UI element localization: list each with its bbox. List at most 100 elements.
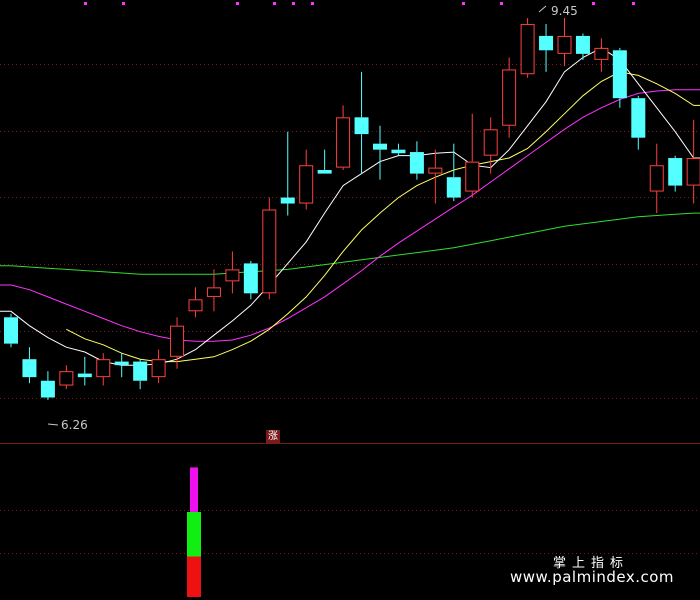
moving-average-lines <box>0 47 700 366</box>
candle-body <box>96 359 111 378</box>
candle-body <box>243 263 258 294</box>
candle-body <box>206 287 221 297</box>
candle-up <box>502 57 517 138</box>
candle-body <box>409 152 424 174</box>
candle-down <box>373 125 387 180</box>
candle-body <box>557 35 572 54</box>
candle-up <box>557 17 572 66</box>
low-price-label: 6.26 <box>61 418 88 432</box>
candle-up <box>206 269 221 312</box>
candle-body <box>391 149 406 154</box>
candle-down <box>631 95 646 150</box>
candle-body <box>520 23 535 75</box>
candle-down <box>243 261 258 300</box>
top-marker <box>311 2 314 5</box>
candle-body <box>170 325 185 357</box>
candle-body <box>299 165 314 204</box>
candle-body <box>114 361 129 366</box>
ma10-line <box>66 71 700 363</box>
price-labels: 9.45 6.26 <box>47 4 578 432</box>
candle-up <box>428 149 443 204</box>
candles <box>4 17 700 400</box>
candle-down <box>391 143 406 156</box>
candle-down <box>612 47 627 108</box>
candle-body <box>612 50 627 99</box>
candle-up <box>686 119 700 204</box>
candle-up <box>649 143 664 214</box>
candle-down <box>40 371 55 400</box>
candle-body <box>686 158 700 186</box>
candle-down <box>133 359 148 390</box>
candle-body <box>151 359 166 378</box>
top-marker <box>462 2 465 5</box>
candle-body <box>465 161 480 192</box>
top-marker <box>236 2 239 5</box>
candle-down <box>354 71 369 174</box>
candle-body <box>502 69 517 126</box>
indicator-bars <box>187 467 201 597</box>
candle-body <box>594 47 609 60</box>
candlestick-chart: 9.45 6.26 <box>0 2 700 597</box>
top-marker <box>592 2 595 5</box>
candle-down <box>539 23 554 72</box>
candle-body <box>373 143 387 150</box>
candle-down <box>575 33 590 60</box>
ma5-line <box>0 47 700 366</box>
candle-body <box>668 158 683 186</box>
indicator-bar-segment <box>187 511 201 557</box>
high-arrow <box>538 5 547 13</box>
candle-up <box>59 365 74 390</box>
candle-down <box>668 155 683 192</box>
candle-body <box>631 98 646 138</box>
candle-down <box>409 141 424 180</box>
candle-up <box>151 349 166 384</box>
candle-up <box>520 17 535 78</box>
candle-body <box>133 361 148 381</box>
candle-down <box>280 131 295 216</box>
candle-body <box>40 380 55 398</box>
candle-down <box>317 149 332 174</box>
candle-up <box>262 197 277 300</box>
top-marker <box>500 2 503 5</box>
candle-up <box>483 117 498 174</box>
high-price-label: 9.45 <box>551 4 578 18</box>
candle-body <box>575 35 590 54</box>
rise-badge: 涨 <box>266 430 280 444</box>
candle-body <box>317 170 332 174</box>
candle-body <box>649 165 664 192</box>
candle-body <box>280 197 295 204</box>
candle-body <box>539 35 554 51</box>
top-marker <box>292 2 295 5</box>
candle-up <box>225 251 240 294</box>
top-marker <box>632 2 635 5</box>
watermark-url: www.palmindex.com <box>510 568 675 586</box>
candle-body <box>354 117 369 135</box>
candle-down <box>4 313 18 348</box>
candle-body <box>225 269 240 282</box>
indicator-bar-segment <box>187 556 201 597</box>
candle-body <box>59 371 74 386</box>
candle-body <box>77 373 92 378</box>
top-marker <box>122 2 125 5</box>
candle-body <box>336 117 351 168</box>
candle-body <box>483 129 498 156</box>
candle-up <box>299 149 314 210</box>
top-marker <box>84 2 87 5</box>
candle-body <box>4 317 18 344</box>
candle-up <box>594 38 609 72</box>
indicator-bar-segment <box>190 467 198 512</box>
low-arrow <box>47 423 59 426</box>
candle-body <box>446 177 461 198</box>
candle-up <box>188 287 203 318</box>
candle-up <box>336 105 351 171</box>
candle-down <box>114 353 129 378</box>
candle-body <box>428 167 443 174</box>
top-marker <box>273 2 276 5</box>
candle-up <box>96 353 111 386</box>
candle-body <box>188 299 203 312</box>
candle-down <box>77 356 92 386</box>
candle-up <box>465 113 480 198</box>
candle-body <box>262 209 277 294</box>
candle-body <box>22 359 37 378</box>
candle-down <box>22 347 37 384</box>
